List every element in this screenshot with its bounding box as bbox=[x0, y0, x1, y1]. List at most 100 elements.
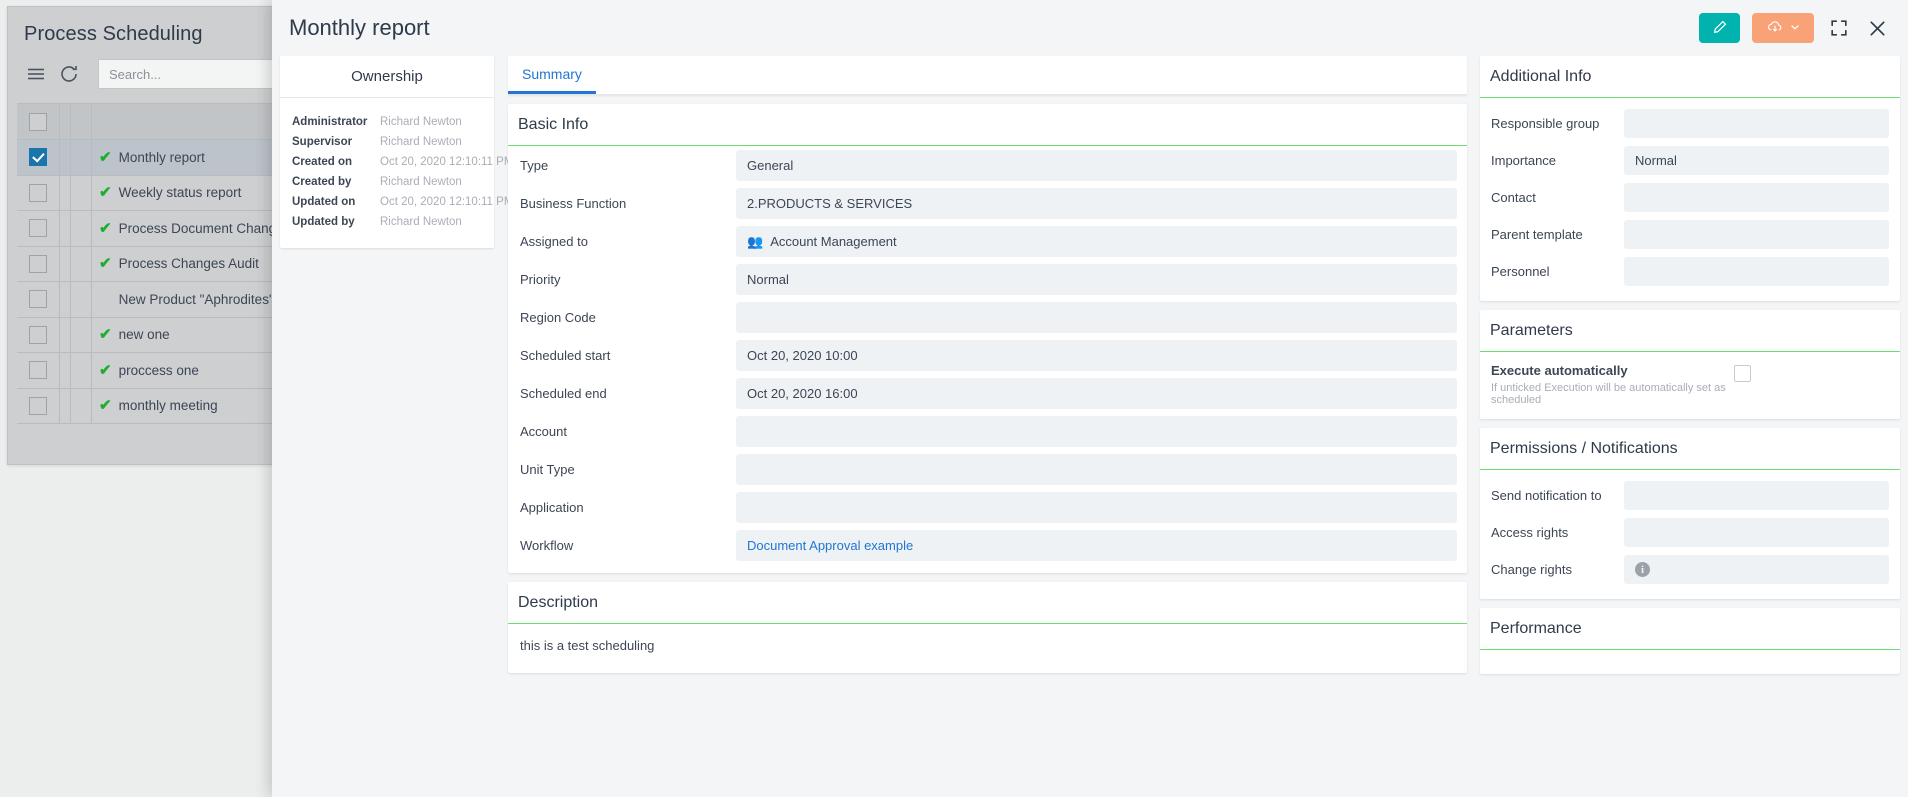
row-checkbox-cell[interactable] bbox=[17, 282, 60, 317]
execute-automatically-hint: If unticked Execution will be automatica… bbox=[1491, 382, 1726, 406]
row-spacer-1 bbox=[60, 175, 71, 210]
ownership-row: Updated on Oct 20, 2020 12:10:11 PM bbox=[292, 192, 513, 212]
additional-info-title: Additional Info bbox=[1480, 56, 1900, 98]
field-row: Assigned to 👥 Account Management bbox=[508, 222, 1467, 260]
field-value[interactable] bbox=[736, 453, 1457, 485]
ownership-label: Updated by bbox=[292, 216, 355, 228]
field-value[interactable] bbox=[1624, 183, 1889, 212]
ownership-label: Supervisor bbox=[292, 136, 353, 148]
close-icon[interactable] bbox=[1864, 15, 1890, 41]
edit-button[interactable] bbox=[1699, 13, 1740, 43]
row-checkbox-cell[interactable] bbox=[17, 175, 60, 210]
performance-title: Performance bbox=[1480, 608, 1900, 650]
field-row: Application bbox=[508, 488, 1467, 526]
row-spacer-2 bbox=[71, 317, 92, 352]
field-value[interactable] bbox=[1624, 481, 1889, 510]
row-checkbox-cell[interactable] bbox=[17, 246, 60, 281]
additional-info-fields: Responsible group Importance Normal Contact… bbox=[1480, 98, 1900, 301]
field-value[interactable]: Oct 20, 2020 10:00 bbox=[736, 339, 1457, 371]
field-value-text: Normal bbox=[1635, 153, 1677, 168]
cloud-download-icon bbox=[1766, 18, 1784, 39]
field-label: Account bbox=[520, 423, 567, 439]
basic-info-fields: Type General Business Function 2.PRODUCTS &… bbox=[508, 146, 1467, 564]
field-value[interactable]: Document Approval example bbox=[736, 529, 1457, 561]
row-spacer-2 bbox=[71, 282, 92, 317]
row-checkbox[interactable] bbox=[29, 396, 47, 415]
field-value[interactable] bbox=[736, 491, 1457, 523]
info-icon[interactable]: i bbox=[1635, 562, 1650, 577]
row-checkbox-cell[interactable] bbox=[17, 353, 60, 388]
right-column: Additional Info Responsible group Importa… bbox=[1476, 56, 1908, 797]
field-value[interactable] bbox=[1624, 220, 1889, 249]
field-row: Access rights bbox=[1480, 514, 1900, 551]
ownership-label: Created on bbox=[292, 156, 353, 168]
field-value[interactable]: 2.PRODUCTS & SERVICES bbox=[736, 187, 1457, 219]
chevron-down-icon bbox=[1789, 21, 1801, 36]
row-spacer-1 bbox=[60, 140, 71, 175]
field-value[interactable] bbox=[736, 301, 1457, 333]
status-check-icon: ✔ bbox=[99, 255, 112, 273]
field-value[interactable] bbox=[1624, 257, 1889, 286]
row-checkbox[interactable] bbox=[29, 148, 47, 167]
field-value[interactable]: Oct 20, 2020 16:00 bbox=[736, 377, 1457, 409]
field-value[interactable]: General bbox=[736, 149, 1457, 181]
fullscreen-icon[interactable] bbox=[1826, 15, 1852, 41]
select-all-checkbox[interactable] bbox=[29, 112, 47, 131]
row-name-label: Process Changes Audit bbox=[118, 256, 259, 272]
tab-bar: Summary bbox=[508, 56, 1467, 95]
row-checkbox-cell[interactable] bbox=[17, 140, 60, 175]
ownership-title: Ownership bbox=[280, 56, 494, 98]
select-all-cell[interactable] bbox=[17, 104, 60, 139]
refresh-icon[interactable] bbox=[58, 63, 80, 85]
field-value-text: Normal bbox=[747, 271, 789, 287]
description-card: Description this is a test scheduling bbox=[508, 582, 1467, 673]
field-value[interactable]: i bbox=[1624, 555, 1889, 584]
field-row: Priority Normal bbox=[508, 260, 1467, 298]
field-row: Unit Type bbox=[508, 450, 1467, 488]
row-checkbox[interactable] bbox=[29, 290, 47, 309]
modal-header-actions bbox=[1699, 0, 1890, 56]
row-spacer-2 bbox=[71, 388, 92, 423]
modal-header: Monthly report bbox=[272, 0, 1908, 56]
row-checkbox-cell[interactable] bbox=[17, 317, 60, 352]
field-label: Parent template bbox=[1491, 227, 1583, 242]
row-name-label: Weekly status report bbox=[118, 185, 242, 201]
ownership-column: Ownership Administrator Richard Newton Sup… bbox=[272, 56, 513, 797]
row-checkbox-cell[interactable] bbox=[17, 388, 60, 423]
field-label: Unit Type bbox=[520, 461, 575, 477]
field-row: Send notification to bbox=[1480, 477, 1900, 514]
tab-summary[interactable]: Summary bbox=[508, 66, 596, 94]
row-checkbox[interactable] bbox=[29, 219, 47, 238]
basic-info-card: Basic Info Type General Business Function 2… bbox=[508, 104, 1467, 573]
field-value-text: Oct 20, 2020 10:00 bbox=[747, 347, 858, 363]
field-value[interactable]: 👥 Account Management bbox=[736, 225, 1457, 257]
field-value[interactable] bbox=[1624, 109, 1889, 138]
row-name-label: Monthly report bbox=[118, 149, 205, 165]
ownership-rows: Administrator Richard Newton Supervisor Ric… bbox=[280, 98, 513, 248]
field-row: Personnel bbox=[1480, 253, 1900, 290]
field-value[interactable]: Normal bbox=[736, 263, 1457, 295]
parameters-body: Execute automatically If unticked Execut… bbox=[1480, 352, 1900, 419]
field-row: Region Code bbox=[508, 298, 1467, 336]
download-button[interactable] bbox=[1752, 13, 1814, 43]
ownership-row: Created on Oct 20, 2020 12:10:11 PM bbox=[292, 152, 513, 172]
row-checkbox-cell[interactable] bbox=[17, 211, 60, 246]
field-value[interactable] bbox=[736, 415, 1457, 447]
execute-automatically-checkbox[interactable] bbox=[1734, 365, 1751, 382]
row-checkbox[interactable] bbox=[29, 183, 47, 202]
field-value[interactable]: Normal bbox=[1624, 146, 1889, 175]
field-row: Scheduled start Oct 20, 2020 10:00 bbox=[508, 336, 1467, 374]
status-check-icon: ✔ bbox=[99, 326, 112, 344]
execute-automatically-label: Execute automatically bbox=[1491, 363, 1628, 378]
hamburger-icon[interactable] bbox=[25, 63, 47, 85]
ownership-label: Updated on bbox=[292, 196, 356, 208]
field-label: Scheduled end bbox=[520, 385, 607, 401]
performance-body bbox=[1480, 650, 1900, 674]
row-checkbox[interactable] bbox=[29, 254, 47, 273]
field-row: Parent template bbox=[1480, 216, 1900, 253]
field-value[interactable] bbox=[1624, 518, 1889, 547]
row-checkbox[interactable] bbox=[29, 325, 47, 344]
execute-automatically-group: Execute automatically If unticked Execut… bbox=[1491, 363, 1734, 406]
row-spacer-1 bbox=[60, 317, 71, 352]
row-checkbox[interactable] bbox=[29, 361, 47, 380]
